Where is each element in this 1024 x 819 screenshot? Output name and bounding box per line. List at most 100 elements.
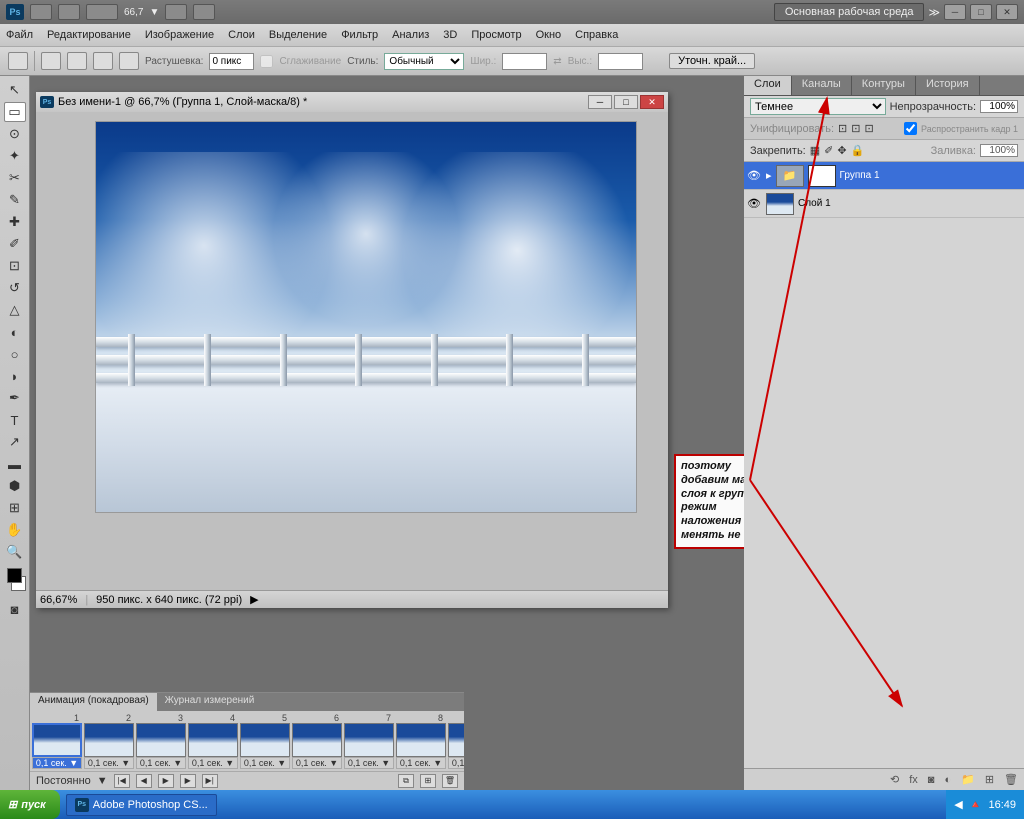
system-tray[interactable]: ◀ 🔺 16:49: [946, 790, 1024, 819]
menu-edit[interactable]: Редактирование: [47, 29, 131, 41]
last-frame-icon[interactable]: ▶|: [202, 774, 218, 788]
3d-tool-icon[interactable]: ⬢: [4, 476, 26, 496]
wand-tool-icon[interactable]: ✦: [4, 146, 26, 166]
new-frame-icon[interactable]: ⊞: [420, 774, 436, 788]
menu-select[interactable]: Выделение: [269, 29, 327, 41]
taskbar-app[interactable]: Ps Adobe Photoshop CS...: [66, 794, 217, 816]
menu-3d[interactable]: 3D: [443, 29, 457, 41]
layer-mask-thumb[interactable]: [808, 165, 836, 187]
bridge-icon[interactable]: [30, 4, 52, 20]
style-select[interactable]: Обычный: [384, 53, 464, 70]
animation-frame[interactable]: 90,1 сек. ▼: [448, 713, 464, 769]
brush-tool-icon[interactable]: ✐: [4, 234, 26, 254]
screenmode-icon[interactable]: [193, 4, 215, 20]
workspace-more-icon[interactable]: ≫: [928, 6, 940, 19]
layer-row-image[interactable]: 👁 Слой 1: [744, 190, 1024, 218]
unify-style-icon[interactable]: ⊡: [864, 122, 873, 135]
lock-all-icon[interactable]: 🔒: [851, 144, 865, 157]
arrange-icon[interactable]: [165, 4, 187, 20]
animation-frame[interactable]: 20,1 сек. ▼: [84, 713, 134, 769]
animation-frame[interactable]: 10,1 сек. ▼: [32, 713, 82, 769]
doc-max-icon[interactable]: □: [614, 95, 638, 109]
unify-vis-icon[interactable]: ⊡: [851, 122, 860, 135]
lock-trans-icon[interactable]: ▦: [810, 144, 820, 157]
eyedropper-tool-icon[interactable]: ✎: [4, 190, 26, 210]
stamp-tool-icon[interactable]: ⊡: [4, 256, 26, 276]
layer-name[interactable]: Группа 1: [840, 170, 880, 181]
heal-tool-icon[interactable]: ✚: [4, 212, 26, 232]
unify-pos-icon[interactable]: ⊡: [838, 122, 847, 135]
type-tool-icon[interactable]: T: [4, 410, 26, 430]
layer-thumb[interactable]: [766, 193, 794, 215]
animation-frame[interactable]: 30,1 сек. ▼: [136, 713, 186, 769]
status-zoom[interactable]: 66,67%: [40, 594, 77, 606]
start-button[interactable]: ⊞ пуск: [0, 790, 60, 819]
history-brush-tool-icon[interactable]: ↺: [4, 278, 26, 298]
3d-camera-tool-icon[interactable]: ⊞: [4, 498, 26, 518]
adjustment-icon[interactable]: ◐: [944, 774, 951, 786]
minibridge-icon[interactable]: [58, 4, 80, 20]
status-arrow-icon[interactable]: ▶: [250, 593, 258, 606]
first-frame-icon[interactable]: |◀: [114, 774, 130, 788]
animation-frame[interactable]: 50,1 сек. ▼: [240, 713, 290, 769]
fx-icon[interactable]: fx: [909, 774, 918, 786]
pen-tool-icon[interactable]: ✒: [4, 388, 26, 408]
doc-min-icon[interactable]: ─: [588, 95, 612, 109]
minimize-icon[interactable]: ─: [944, 4, 966, 20]
add-mask-icon[interactable]: ◙: [928, 774, 935, 786]
marquee-new-icon[interactable]: [41, 52, 61, 70]
play-icon[interactable]: ▶: [158, 774, 174, 788]
blend-mode-select[interactable]: Темнее: [750, 98, 886, 115]
layer-name[interactable]: Слой 1: [798, 198, 831, 209]
feather-input[interactable]: [209, 53, 254, 70]
shape-tool-icon[interactable]: ▬: [4, 454, 26, 474]
tray-icon[interactable]: 🔺: [969, 798, 983, 811]
tab-history[interactable]: История: [916, 76, 980, 95]
workspace-button[interactable]: Основная рабочая среда: [774, 3, 925, 21]
marquee-add-icon[interactable]: [67, 52, 87, 70]
animation-frame[interactable]: 40,1 сек. ▼: [188, 713, 238, 769]
tray-icon[interactable]: ◀: [954, 798, 962, 811]
prev-frame-icon[interactable]: ◀: [136, 774, 152, 788]
maximize-icon[interactable]: □: [970, 4, 992, 20]
expand-icon[interactable]: ▸: [766, 169, 772, 182]
title-zoom[interactable]: 66,7: [124, 7, 143, 18]
path-tool-icon[interactable]: ↗: [4, 432, 26, 452]
menu-filter[interactable]: Фильтр: [341, 29, 378, 41]
tab-channels[interactable]: Каналы: [792, 76, 852, 95]
move-tool-icon[interactable]: ↖: [4, 80, 26, 100]
hand-tool-icon[interactable]: ✋: [4, 520, 26, 540]
menu-help[interactable]: Справка: [575, 29, 618, 41]
menu-layer[interactable]: Слои: [228, 29, 255, 41]
delete-frame-icon[interactable]: 🗑: [442, 774, 458, 788]
menu-analysis[interactable]: Анализ: [392, 29, 429, 41]
dodge-tool-icon[interactable]: ◗: [4, 366, 26, 386]
visibility-icon[interactable]: 👁: [746, 196, 762, 212]
close-icon[interactable]: ✕: [996, 4, 1018, 20]
new-group-icon[interactable]: 📁: [961, 773, 975, 786]
new-layer-icon[interactable]: ⊞: [985, 773, 994, 786]
doc-close-icon[interactable]: ✕: [640, 95, 664, 109]
marquee-sub-icon[interactable]: [93, 52, 113, 70]
tool-preset-icon[interactable]: [8, 52, 28, 70]
opacity-input[interactable]: [980, 100, 1018, 113]
document-canvas[interactable]: [96, 122, 636, 512]
eraser-tool-icon[interactable]: △: [4, 300, 26, 320]
marquee-tool-icon[interactable]: ▭: [4, 102, 26, 122]
tab-measurements[interactable]: Журнал измерений: [157, 693, 263, 711]
quickmask-icon[interactable]: ◙: [4, 599, 26, 619]
view-extras-icon[interactable]: [86, 4, 118, 20]
gradient-tool-icon[interactable]: ◐: [4, 322, 26, 342]
layer-row-group[interactable]: 👁 ▸ 📁 Группа 1: [744, 162, 1024, 190]
status-info[interactable]: 950 пикс. x 640 пикс. (72 ppi): [96, 594, 242, 606]
menu-file[interactable]: Файл: [6, 29, 33, 41]
animation-frame[interactable]: 70,1 сек. ▼: [344, 713, 394, 769]
clock[interactable]: 16:49: [988, 799, 1016, 811]
foreground-swatch[interactable]: [7, 568, 22, 583]
menu-image[interactable]: Изображение: [145, 29, 214, 41]
lock-pixels-icon[interactable]: ✐: [824, 144, 833, 157]
loop-select[interactable]: Постоянно: [36, 775, 91, 787]
visibility-icon[interactable]: 👁: [746, 168, 762, 184]
lasso-tool-icon[interactable]: ⊙: [4, 124, 26, 144]
tab-layers[interactable]: Слои: [744, 76, 792, 95]
